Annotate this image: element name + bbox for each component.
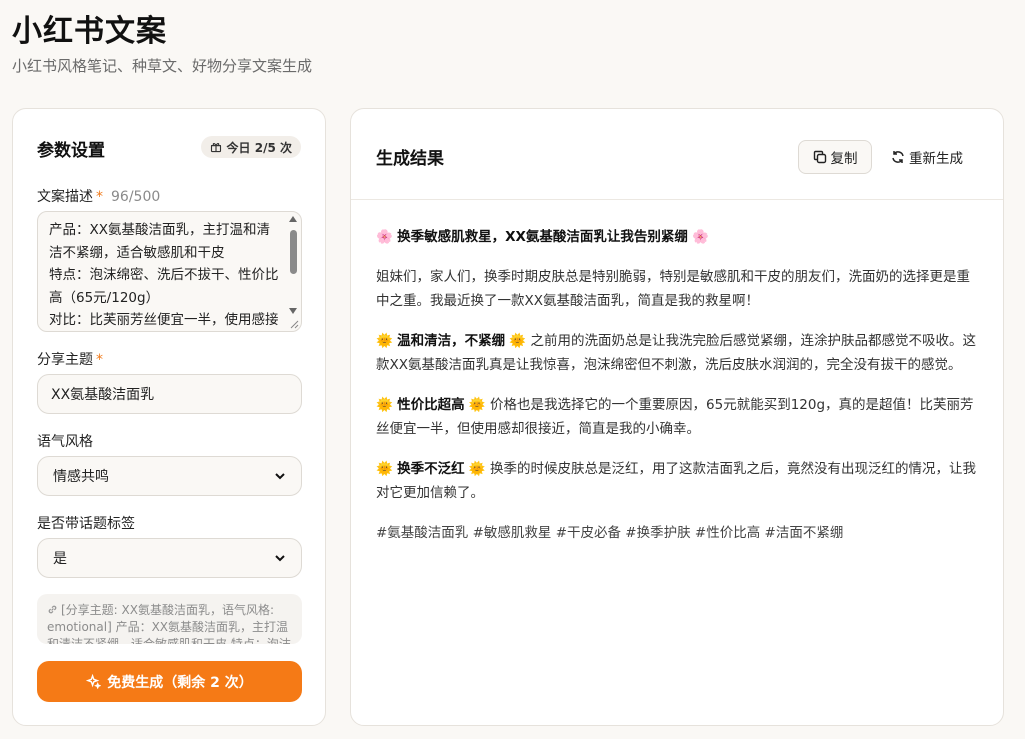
result-title: 生成结果	[376, 149, 444, 169]
flower-emoji: 🌸	[692, 229, 710, 245]
prompt-preview-text: [分享主题: XX氨基酸洁面乳，语气风格: emotional] 产品：XX氨基…	[47, 603, 291, 644]
desc-label: 文案描述 * 96/500	[37, 189, 161, 205]
generate-button[interactable]: 免费生成（剩余 2 次）	[37, 661, 302, 702]
chevron-down-icon	[274, 552, 286, 564]
result-content: 🌸 换季敏感肌救星，XX氨基酸洁面乳让我告别紧绷 🌸 姐妹们，家人们，换季时期皮…	[376, 225, 981, 561]
sparkle-icon	[86, 674, 102, 689]
generate-label: 免费生成（剩余 2 次）	[107, 674, 253, 691]
resize-handle-icon[interactable]	[289, 319, 299, 329]
copy-button[interactable]: 复制	[798, 140, 872, 174]
desc-text[interactable]: 产品：XX氨基酸洁面乳，主打温和清洁不紧绷，适合敏感肌和干皮 特点：泡沫绵密、洗…	[38, 212, 301, 331]
result-section-3: 🌞 换季不泛红 🌞 换季的时候皮肤总是泛红，用了这款洁面乳之后，竟然没有出现泛红…	[376, 461, 977, 501]
chevron-down-icon	[274, 470, 286, 482]
result-panel: 生成结果 复制 重新生成 🌸 换季敏感肌救星，XX氨基酸洁面乳让我告别紧绷 🌸 …	[350, 108, 1004, 726]
textarea-scrollbar[interactable]	[289, 216, 298, 314]
flower-emoji: 🌸	[376, 229, 393, 245]
quota-badge: 今日 2/5 次	[200, 136, 301, 158]
params-panel: 参数设置 今日 2/5 次 文案描述 * 96/500 产品：XX氨基酸洁面乳，主打…	[12, 108, 326, 726]
regenerate-label: 重新生成	[909, 151, 963, 167]
app-subtitle: 小红书风格笔记、种草文、好物分享文案生成	[12, 57, 313, 75]
tone-select-value: 情感共鸣	[53, 469, 109, 485]
desc-textarea[interactable]: 产品：XX氨基酸洁面乳，主打温和清洁不紧绷，适合敏感肌和干皮 特点：泡沫绵密、洗…	[37, 211, 302, 332]
scroll-up-arrow[interactable]	[289, 216, 297, 222]
tone-select[interactable]: 情感共鸣	[37, 456, 302, 496]
regenerate-button[interactable]: 重新生成	[884, 140, 970, 174]
result-section-1: 🌞 温和清洁，不紧绷 🌞 之前用的洗面奶总是让我洗完脸后感觉紧绷，连涂护肤品都感…	[376, 333, 977, 373]
scroll-down-arrow[interactable]	[289, 308, 297, 314]
copy-icon	[813, 150, 826, 164]
sun-emoji: 🌞	[376, 333, 393, 349]
desc-counter: 96/500	[111, 189, 161, 205]
result-intro: 姐妹们，家人们，换季时期皮肤总是特别脆弱，特别是敏感肌和干皮的朋友们，洗面奶的选…	[376, 269, 970, 309]
required-mark: *	[96, 352, 103, 368]
result-hashtags: #氨基酸洁面乳 #敏感肌救星 #干皮必备 #换季护肤 #性价比高 #洁面不紧绷	[376, 525, 844, 541]
result-section-2: 🌞 性价比超高 🌞 价格也是我选择它的一个重要原因，65元就能买到120g，真的…	[376, 397, 974, 437]
result-headline: 🌸 换季敏感肌救星，XX氨基酸洁面乳让我告别紧绷 🌸	[376, 229, 710, 245]
hashtag-select-value: 是	[53, 551, 67, 567]
sun-emoji: 🌞	[376, 461, 393, 477]
scroll-thumb[interactable]	[290, 230, 297, 274]
header-divider	[351, 199, 1003, 200]
app-title: 小红书文案	[12, 14, 167, 49]
sun-emoji: 🌞	[509, 333, 527, 349]
refresh-icon	[892, 151, 904, 163]
tone-label: 语气风格	[37, 434, 93, 450]
required-mark: *	[96, 189, 103, 205]
params-title: 参数设置	[37, 141, 105, 161]
quota-text: 今日 2/5 次	[226, 140, 292, 155]
prompt-preview: [分享主题: XX氨基酸洁面乳，语气风格: emotional] 产品：XX氨基…	[37, 594, 302, 644]
hashtag-select[interactable]: 是	[37, 538, 302, 578]
gift-icon	[210, 142, 221, 153]
topic-input[interactable]: XX氨基酸洁面乳	[37, 374, 302, 414]
topic-label: 分享主题 *	[37, 352, 103, 368]
link-icon	[48, 605, 57, 614]
copy-label: 复制	[830, 151, 858, 167]
hashtag-label: 是否带话题标签	[37, 516, 135, 532]
sun-emoji: 🌞	[376, 397, 393, 413]
sun-emoji: 🌞	[468, 461, 486, 477]
sun-emoji: 🌞	[468, 397, 486, 413]
